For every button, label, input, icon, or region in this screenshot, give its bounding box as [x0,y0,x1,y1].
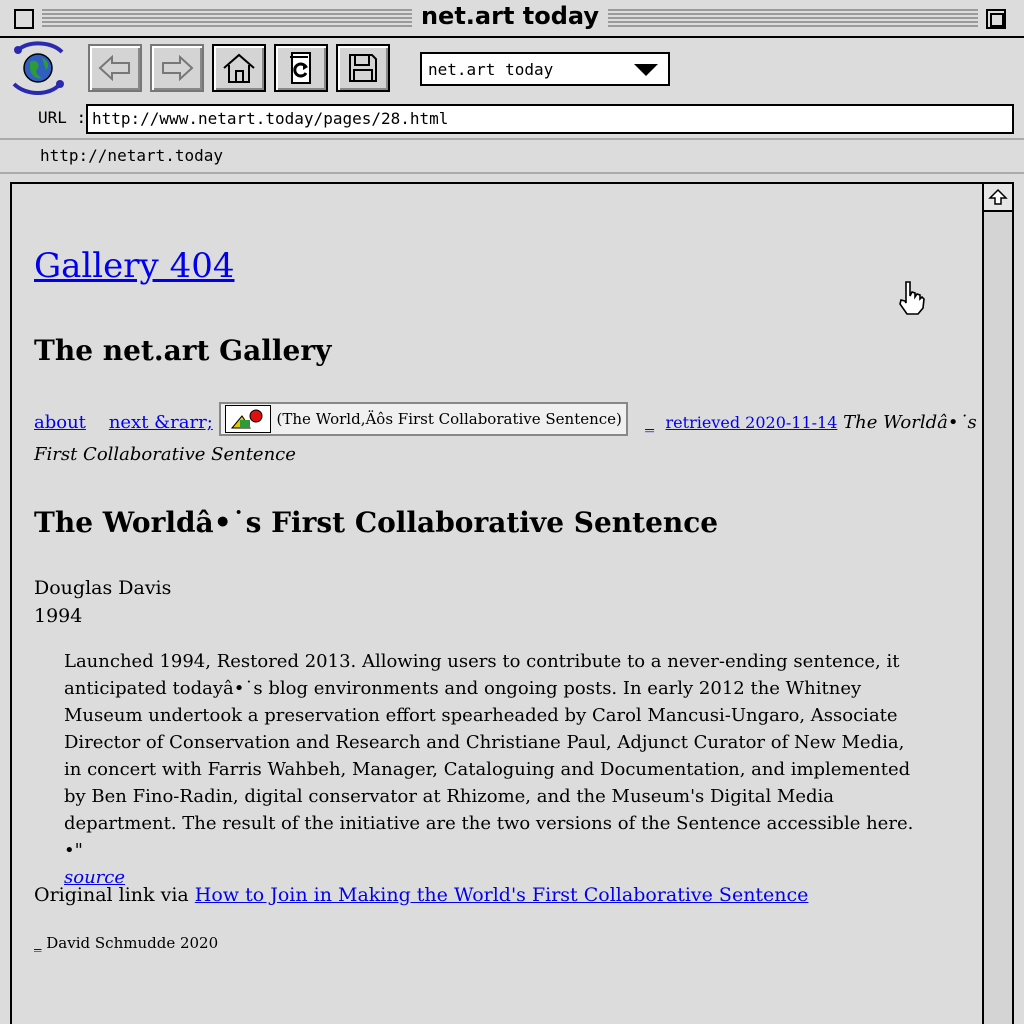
description-mark: •" [64,840,83,861]
retrieved-link[interactable]: retrieved 2020-11-14 [666,413,838,432]
section-title: The net.art Gallery [34,334,332,367]
gallery-heading: Gallery 404 [34,246,234,286]
description-text: Launched 1994, Restored 2013. Allowing u… [64,651,914,834]
work-title: The Worldâ•˙s First Collaborative Senten… [34,506,719,539]
page-select-value: net.art today [428,60,554,79]
url-row: URL : http://www.netart.today/pages/28.h… [0,100,1024,138]
reload-button[interactable] [274,44,328,92]
original-prefix: Original link via [34,884,189,906]
page-select-dropdown[interactable]: net.art today [420,52,670,86]
image-icon [224,405,271,433]
title-stripes [42,9,412,29]
hand-cursor-icon [899,281,925,315]
signature-line: _ David Schmudde 2020 [34,934,218,952]
underscore-link[interactable]: _ [645,412,654,433]
italic-title-2: First Collaborative Sentence [34,444,296,465]
back-arrow-icon [98,54,130,82]
save-button[interactable] [336,44,390,92]
vertical-scrollbar[interactable] [982,184,1012,1024]
nav-line: about next &rarr; (The World,Äôs First C… [34,402,984,470]
url-input[interactable]: http://www.netart.today/pages/28.html [86,104,1014,134]
about-link[interactable]: about [34,412,86,433]
original-link[interactable]: How to Join in Making the World's First … [195,884,809,906]
artist-info: Douglas Davis 1994 [34,574,171,630]
close-box[interactable] [14,9,34,29]
original-link-line: Original link via How to Join in Making … [34,884,808,906]
status-text: http://netart.today [40,146,224,165]
forward-arrow-icon [162,54,194,82]
artist-year: 1994 [34,605,83,627]
url-label: URL : [38,108,87,127]
content-frame[interactable]: Gallery 404 The net.art Gallery about ne… [10,182,1014,1024]
zoom-box[interactable] [986,9,1006,29]
signature-underscore-link[interactable]: _ [34,934,42,952]
chevron-down-icon [634,64,658,76]
gallery-link[interactable]: Gallery 404 [34,246,234,286]
home-button[interactable] [212,44,266,92]
back-button[interactable] [88,44,142,92]
status-bar: http://netart.today [0,138,1024,174]
reload-icon [290,52,311,84]
artist-name: Douglas Davis [34,577,172,599]
italic-title-1: The Worldâ•˙s [843,412,977,433]
globe-logo-icon[interactable] [8,38,68,98]
title-bar[interactable]: net.art today [0,0,1024,38]
signature: David Schmudde 2020 [46,934,219,952]
title-stripes [608,9,978,29]
description: Launched 1994, Restored 2013. Allowing u… [64,648,924,891]
toolbar: net.art today [0,38,1024,100]
next-link[interactable]: next &rarr; [109,412,213,433]
broken-image[interactable]: (The World,Äôs First Collaborative Sente… [218,402,628,436]
scroll-up-arrow-icon[interactable] [984,184,1012,212]
image-alt-text: (The World,Äôs First Collaborative Sente… [276,410,622,428]
window-title: net.art today [420,2,600,30]
forward-button[interactable] [150,44,204,92]
home-icon [223,53,255,83]
save-icon [349,54,377,82]
